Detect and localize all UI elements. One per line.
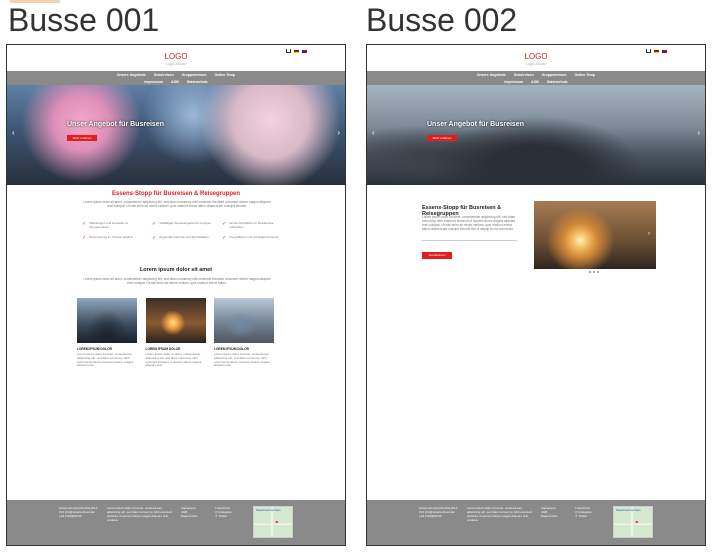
card-image-bus[interactable] — [77, 298, 137, 343]
section-title: Essens-Stopp für Busreisen & Reisegruppe… — [111, 191, 241, 197]
slider-next-icon[interactable]: › — [337, 129, 340, 137]
feature-item: ✓ Regionale Gerichte und Spezialitäten — [152, 234, 209, 241]
section-text: Lorem ipsum dolor sit amet, consectetuer… — [83, 200, 271, 208]
divider — [422, 240, 517, 241]
hero-title: Unser Angebot für Busreisen — [67, 121, 164, 128]
nav-item-impressum[interactable]: Impressum — [504, 80, 523, 84]
nav-item-datenschutz[interactable]: Datenschutz — [547, 80, 568, 84]
nav-item-angebote[interactable]: Unsere Angebote — [477, 73, 506, 77]
contact-button[interactable]: Kontaktieren — [422, 252, 452, 259]
card-title: LOREM IPSUM DOLOR — [77, 347, 112, 351]
nav-item-agb[interactable]: AGB — [171, 80, 179, 84]
footer-link-datenschutz[interactable]: Datenschutz — [541, 514, 571, 518]
image-slider[interactable] — [534, 201, 656, 269]
card-text: Lorem ipsum dolor sit amet, consectetuer… — [145, 352, 202, 368]
main-navigation: Unsere Angebote Schulreisen Gruppenreise… — [7, 71, 345, 85]
nav-item-angebote[interactable]: Unsere Angebote — [117, 73, 146, 77]
site-logo[interactable]: LOGO — [367, 53, 705, 61]
nav-item-impressum[interactable]: Impressum — [144, 80, 163, 84]
nav-item-shop[interactable]: Online Shop — [574, 73, 595, 77]
card-text: Lorem ipsum dolor sit amet, consectetuer… — [77, 352, 133, 368]
slider-next-icon[interactable]: › — [697, 129, 700, 137]
card-image-street[interactable] — [145, 298, 206, 343]
feature-item: ✓ Mitteilungen und Hinweise zu Gruppenrei… — [82, 221, 129, 229]
check-icon: ✓ — [222, 234, 227, 241]
feature-item: ✓ Freundliches und schnelles Personal — [222, 234, 279, 241]
feature-item: ✓ Große Parkplätze für Reisebusse vorhand… — [222, 221, 274, 229]
check-icon: ✓ — [82, 221, 87, 227]
nav-item-gruppenreisen[interactable]: Gruppenreisen — [182, 73, 207, 77]
check-icon: ✓ — [152, 234, 157, 241]
card-title: LOREM IPSUM DOLOR — [214, 347, 249, 351]
card-title: LOREM IPSUM DOLOR — [145, 347, 181, 351]
map-label: Standort auf der Karte — [616, 509, 641, 512]
footer-about: Lorem ipsum dolor sit amet, consectetuer… — [107, 506, 172, 522]
mockup-busse-001: LOGO Logo Zusatz Unsere Angebote Schulre… — [6, 44, 346, 546]
hero-title: Unser Angebot für Busreisen — [427, 121, 524, 128]
footer-social: f Facebook ◎ Instagram ✦ Twitter — [575, 506, 609, 518]
nav-item-schulreisen[interactable]: Schulreisen — [154, 73, 174, 77]
screenshot-root: Busse 001 Busse 002 LOGO Logo Zusatz Uns… — [0, 0, 715, 554]
check-icon: ✓ — [82, 234, 87, 241]
check-icon: ✓ — [152, 221, 157, 227]
slider-dot[interactable] — [597, 271, 599, 273]
map-label: Standort auf der Karte — [256, 509, 281, 512]
slider-dot[interactable] — [589, 271, 591, 273]
heading-busse-001: Busse 001 — [8, 2, 160, 38]
slider-prev-icon[interactable]: ‹ — [12, 129, 15, 137]
card[interactable]: LOREM IPSUM DOLOR Lorem ipsum dolor sit … — [77, 298, 137, 368]
feature-item: ✓ Reservierung im Voraus möglich — [82, 234, 133, 241]
card[interactable]: LOREM IPSUM DOLOR Lorem ipsum dolor sit … — [214, 298, 274, 368]
site-logo[interactable]: LOGO — [7, 53, 345, 61]
feature-list: ✓ Mitteilungen und Hinweise zu Gruppenrei… — [82, 221, 282, 241]
card-row: LOREM IPSUM DOLOR Lorem ipsum dolor sit … — [77, 298, 274, 368]
footer-links: Impressum AGB Datenschutz — [541, 506, 571, 518]
footer-map[interactable]: Standort auf der Karte — [613, 506, 653, 538]
card-text: Lorem ipsum dolor sit amet, consectetuer… — [214, 352, 270, 368]
intro-text: Lorem ipsum dolor sit amet, consectetuer… — [422, 215, 516, 231]
footer-address: [Unternehmen] [Straße] [PLZ Ort] info@un… — [59, 506, 98, 518]
check-icon: ✓ — [222, 221, 227, 227]
nav-item-agb[interactable]: AGB — [531, 80, 539, 84]
image-slider-next-icon[interactable]: › — [648, 231, 650, 237]
section-title-2: Lorem ipsum dolor sit amet — [139, 267, 213, 273]
hero-slider: Unser Angebot für Busreisen Mehr erfahre… — [367, 85, 705, 185]
footer-social: f Facebook ◎ Instagram ✦ Twitter — [215, 506, 249, 518]
slider-dot[interactable] — [593, 271, 595, 273]
nav-item-schulreisen[interactable]: Schulreisen — [514, 73, 534, 77]
footer-links: Impressum AGB Datenschutz — [181, 506, 211, 518]
heading-busse-002: Busse 002 — [366, 2, 518, 38]
hero-slider: Unser Angebot für Busreisen Mehr erfahre… — [7, 85, 345, 185]
site-logo-sub: Logo Zusatz — [526, 62, 546, 66]
card[interactable]: LOREM IPSUM DOLOR Lorem ipsum dolor sit … — [145, 298, 206, 368]
twitter-link[interactable]: ✦ Twitter — [575, 514, 609, 518]
feature-item: ✓ Vielfältiges Speiseangebot für Gruppen — [152, 221, 212, 230]
nav-item-shop[interactable]: Online Shop — [214, 73, 235, 77]
mockup-busse-002: LOGO Logo Zusatz Unsere Angebote Schulre… — [366, 44, 706, 546]
main-navigation: Unsere Angebote Schulreisen Gruppenreise… — [367, 71, 705, 85]
hero-button[interactable]: Mehr erfahren — [427, 135, 457, 141]
slider-dots — [589, 271, 599, 273]
hero-button[interactable]: Mehr erfahren — [67, 135, 97, 141]
footer-address: [Unternehmen] [Straße] [PLZ Ort] info@un… — [419, 506, 458, 518]
footer-about: Lorem ipsum dolor sit amet, consectetuer… — [467, 506, 532, 522]
slider-prev-icon[interactable]: ‹ — [372, 129, 375, 137]
site-footer: [Unternehmen] [Straße] [PLZ Ort] info@un… — [367, 500, 705, 545]
footer-link-datenschutz[interactable]: Datenschutz — [181, 514, 211, 518]
nav-item-gruppenreisen[interactable]: Gruppenreisen — [542, 73, 567, 77]
nav-item-datenschutz[interactable]: Datenschutz — [187, 80, 208, 84]
footer-map[interactable]: Standort auf der Karte — [253, 506, 293, 538]
section-text-2: Lorem ipsum dolor sit amet, consectetuer… — [83, 277, 271, 285]
card-image-tourists[interactable] — [214, 298, 274, 343]
site-footer: [Unternehmen] [Straße] [PLZ Ort] info@un… — [7, 500, 345, 545]
twitter-link[interactable]: ✦ Twitter — [215, 514, 249, 518]
site-logo-sub: Logo Zusatz — [166, 62, 186, 66]
